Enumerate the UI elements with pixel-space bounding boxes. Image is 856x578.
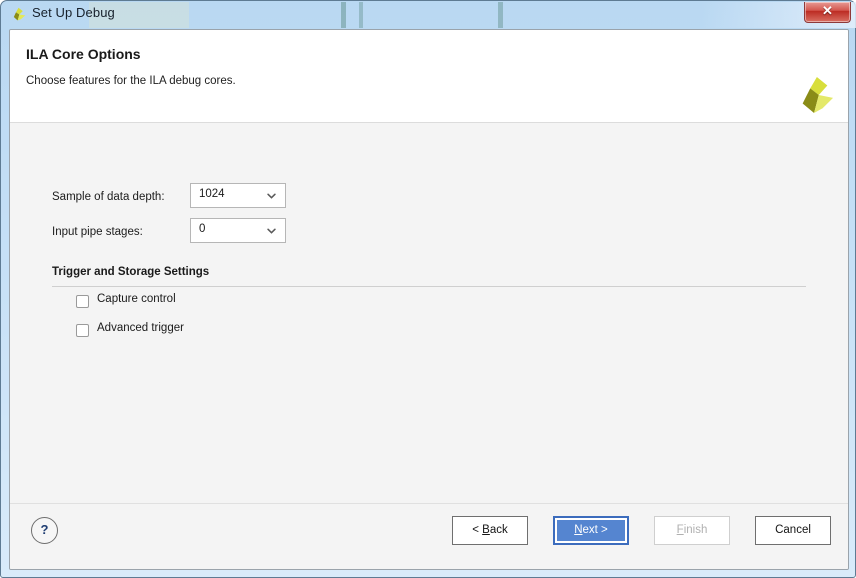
page-subtitle: Choose features for the ILA debug cores. bbox=[26, 75, 236, 87]
wizard-header: ILA Core Options Choose features for the… bbox=[10, 30, 848, 123]
back-button-rest: ack bbox=[489, 524, 508, 536]
options-body: Sample of data depth: 1024 Input pipe st… bbox=[10, 123, 848, 503]
xilinx-pinwheel-logo-icon bbox=[796, 75, 834, 115]
next-button-rest: ext > bbox=[582, 524, 608, 536]
title-bar[interactable]: Set Up Debug ✕ bbox=[1, 1, 856, 28]
trigger-storage-section-title: Trigger and Storage Settings bbox=[52, 266, 210, 278]
pipe-stages-label: Input pipe stages: bbox=[52, 226, 143, 238]
dialog-footer: ? < Back Next > Finish Cancel bbox=[10, 504, 848, 569]
back-button-prefix: < bbox=[472, 524, 483, 536]
pipe-stages-value: 0 bbox=[199, 223, 206, 235]
advanced-trigger-checkbox[interactable] bbox=[76, 324, 89, 337]
capture-control-label: Capture control bbox=[97, 293, 176, 305]
chevron-down-icon bbox=[267, 228, 276, 234]
pipe-stages-select[interactable]: 0 bbox=[190, 218, 286, 243]
chevron-down-icon bbox=[267, 193, 276, 199]
close-icon: ✕ bbox=[822, 3, 833, 18]
capture-control-checkbox[interactable] bbox=[76, 295, 89, 308]
sample-depth-select[interactable]: 1024 bbox=[190, 183, 286, 208]
finish-button-mnemonic: F bbox=[676, 524, 684, 536]
close-button[interactable]: ✕ bbox=[804, 2, 851, 23]
glass-reflection-band bbox=[341, 2, 346, 28]
back-button-mnemonic: B bbox=[482, 524, 490, 536]
advanced-trigger-label: Advanced trigger bbox=[97, 322, 184, 334]
sample-depth-value: 1024 bbox=[199, 188, 225, 200]
next-button-mnemonic: N bbox=[574, 524, 583, 536]
glass-reflection-band bbox=[359, 2, 363, 28]
sample-depth-label: Sample of data depth: bbox=[52, 191, 165, 203]
back-button[interactable]: < Back bbox=[452, 516, 528, 545]
vivado-logo-icon bbox=[10, 6, 27, 23]
question-mark-icon: ? bbox=[40, 522, 49, 537]
section-divider bbox=[52, 286, 806, 287]
finish-button-rest: inish bbox=[683, 524, 708, 536]
cancel-button-rest: Cancel bbox=[775, 524, 811, 536]
window-title: Set Up Debug bbox=[32, 5, 115, 20]
page-title: ILA Core Options bbox=[26, 46, 141, 62]
dialog-window: Set Up Debug ✕ ILA Core Options Choose f… bbox=[0, 0, 856, 578]
finish-button: Finish bbox=[654, 516, 730, 545]
dialog-client-area: ILA Core Options Choose features for the… bbox=[9, 29, 849, 570]
help-button[interactable]: ? bbox=[31, 517, 58, 544]
next-button[interactable]: Next > bbox=[553, 516, 629, 545]
cancel-button[interactable]: Cancel bbox=[755, 516, 831, 545]
glass-reflection-band bbox=[498, 2, 503, 28]
